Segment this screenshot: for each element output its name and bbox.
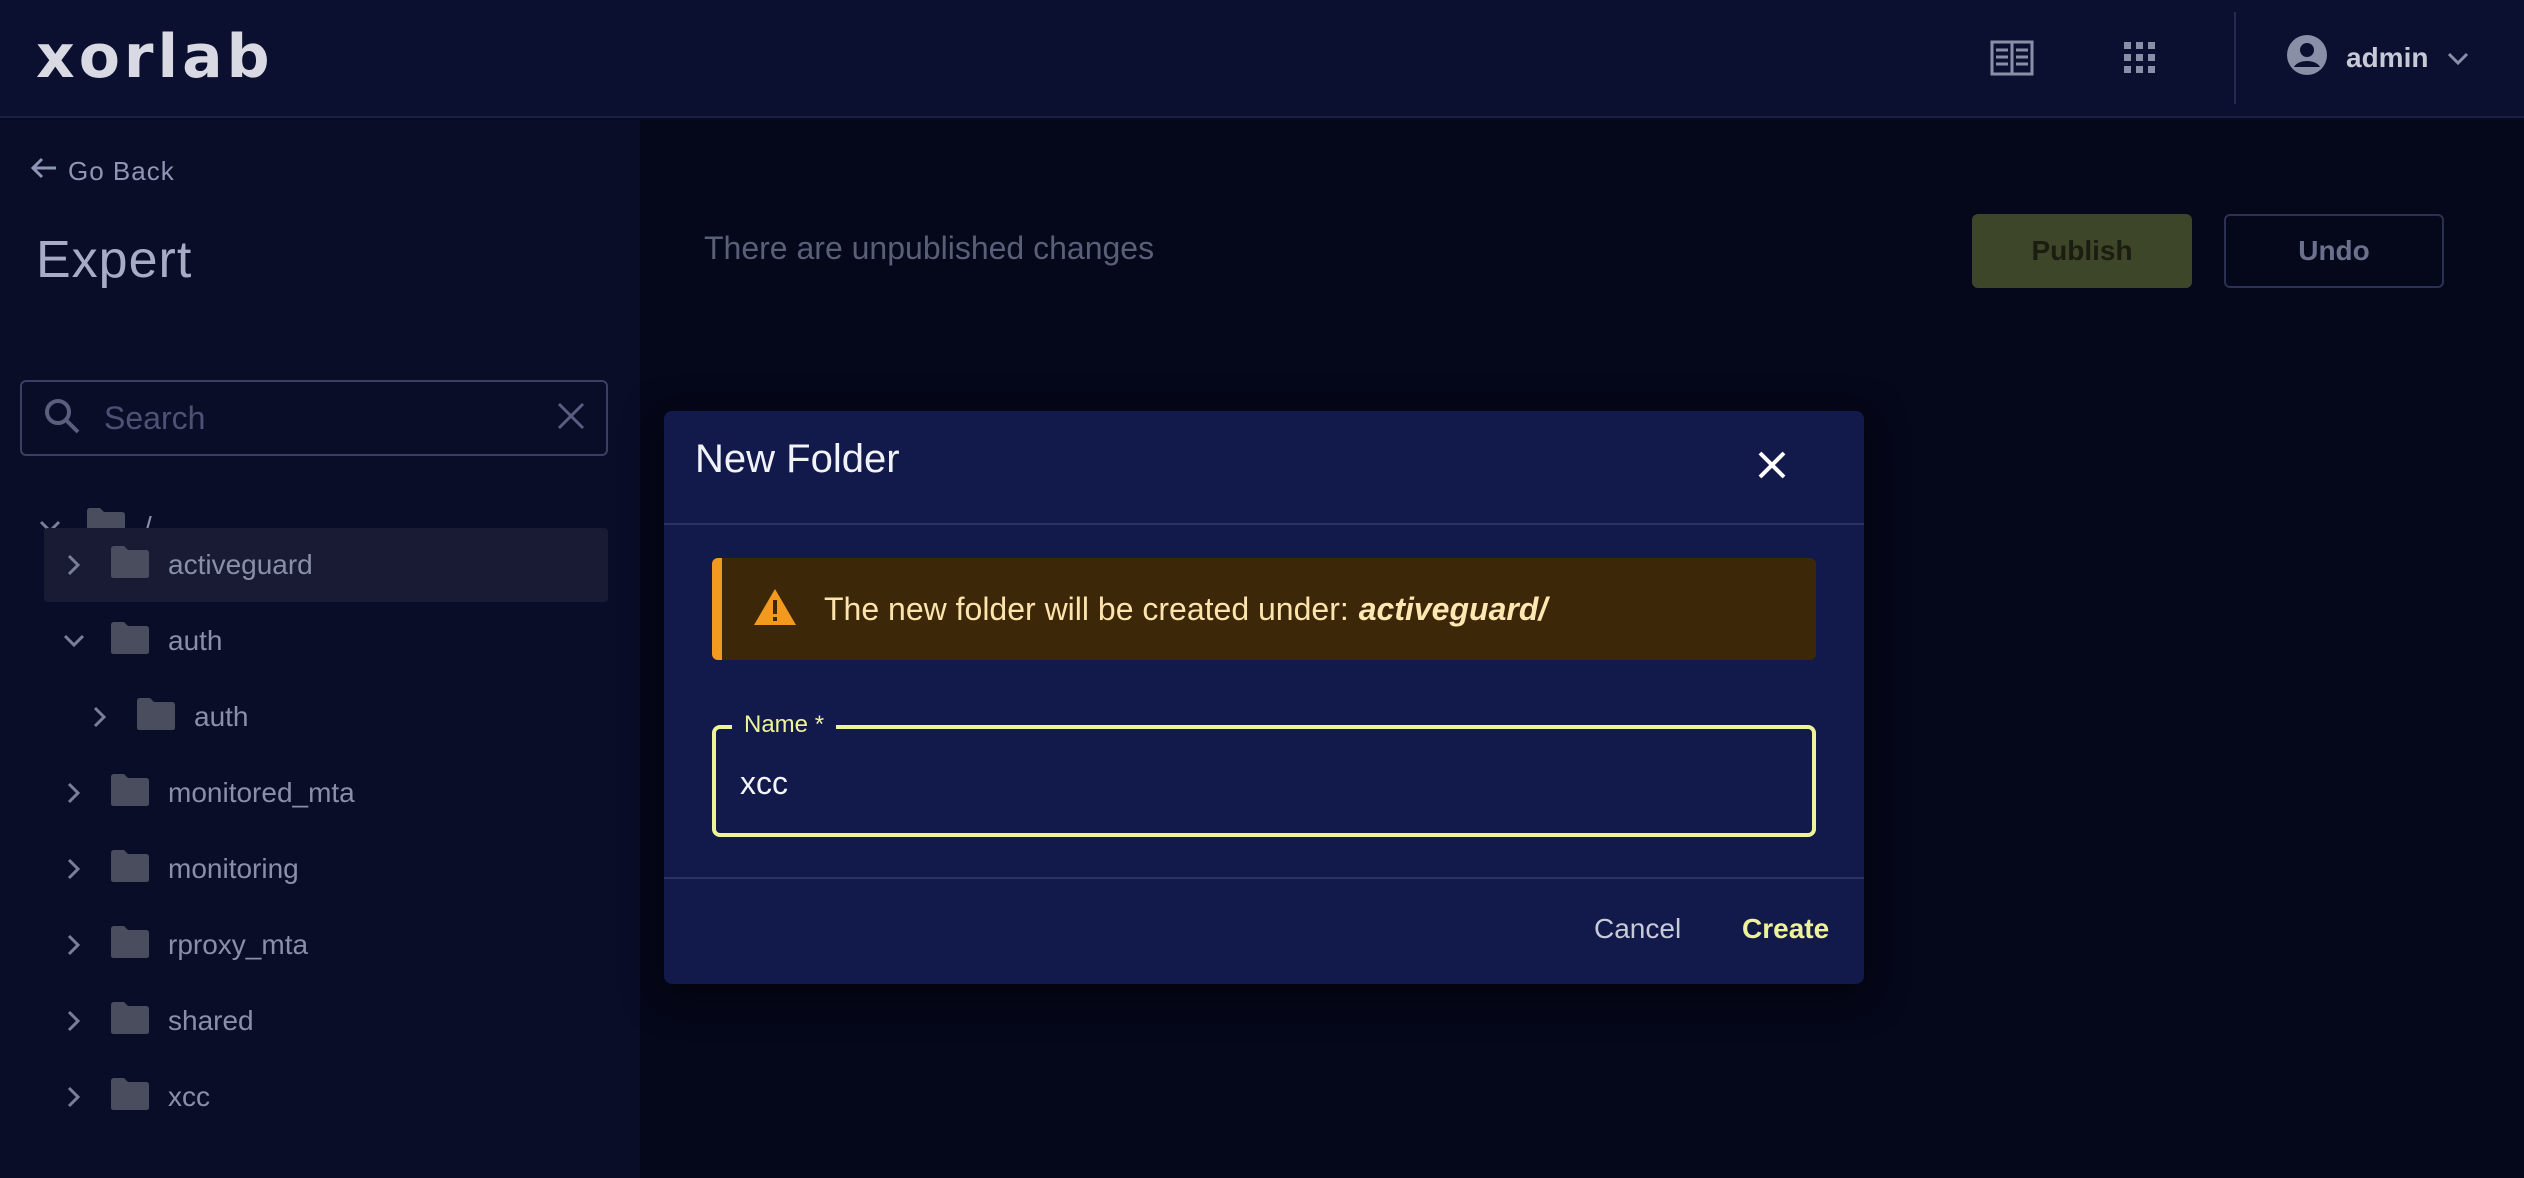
unpublished-notice: There are unpublished changes: [704, 230, 1155, 266]
clear-icon[interactable]: [556, 401, 586, 436]
tree-item-shared[interactable]: shared: [54, 984, 604, 1058]
name-input[interactable]: [740, 765, 1740, 802]
folder-icon: [110, 621, 150, 662]
undo-button[interactable]: Undo: [2224, 214, 2444, 288]
xorlab-logo[interactable]: xorlab: [36, 22, 274, 92]
arrow-left-icon: [30, 156, 58, 187]
chevron-right-icon[interactable]: [80, 706, 120, 728]
tree-item-label: monitored_mta: [168, 777, 355, 808]
chevron-right-icon[interactable]: [54, 1010, 94, 1032]
chevron-right-icon[interactable]: [54, 934, 94, 956]
search-icon: [42, 396, 82, 441]
cancel-button[interactable]: Cancel: [1594, 913, 1681, 945]
tree-item-label: rproxy_mta: [168, 929, 309, 960]
top-header: xorlab admin: [0, 0, 2524, 118]
user-menu[interactable]: admin: [2286, 28, 2470, 88]
folder-icon: [136, 697, 176, 738]
folder-icon: [110, 773, 150, 814]
tree-item-monitored-mta[interactable]: monitored_mta: [54, 756, 604, 830]
tree-item-label: auth: [168, 625, 223, 656]
warning-icon: [752, 587, 798, 632]
dialog-divider-bottom: [664, 877, 1864, 879]
header-divider: [2234, 12, 2236, 104]
tree-item-label: xcc: [168, 1081, 210, 1112]
alert-path: activeguard/: [1358, 590, 1548, 627]
chevron-down-icon: [2446, 42, 2470, 74]
tree-item-activeguard[interactable]: activeguard: [44, 528, 608, 602]
folder-icon: [110, 925, 150, 966]
dialog-title: New Folder: [695, 437, 900, 481]
tree-item-label: auth: [194, 701, 249, 732]
chevron-right-icon[interactable]: [54, 554, 94, 576]
new-folder-dialog: New Folder The new folder will be create…: [664, 411, 1864, 984]
folder-icon: [110, 545, 150, 586]
tree-item-rproxy-mta[interactable]: rproxy_mta: [54, 908, 604, 982]
sidebar-title: Expert: [36, 231, 193, 289]
tree-item-xcc[interactable]: xcc: [54, 1060, 604, 1134]
go-back-label: Go Back: [68, 156, 175, 186]
docs-icon[interactable]: [1984, 30, 2040, 86]
chevron-right-icon[interactable]: [54, 782, 94, 804]
create-button[interactable]: Create: [1742, 913, 1829, 945]
search-input[interactable]: Search: [104, 400, 556, 437]
tree-item-label: activeguard: [168, 549, 313, 580]
folder-icon: [110, 1001, 150, 1042]
user-name: admin: [2346, 42, 2429, 73]
go-back-link[interactable]: Go Back: [30, 156, 175, 187]
publish-button[interactable]: Publish: [1972, 214, 2192, 288]
chevron-right-icon[interactable]: [54, 858, 94, 880]
search-box[interactable]: Search: [20, 380, 608, 456]
apps-grid-icon[interactable]: [2112, 30, 2168, 86]
app-window: xorlab admin Go Back Expert Search / act…: [0, 0, 2524, 1178]
sidebar: Go Back Expert Search / activeguard auth…: [0, 120, 640, 1178]
tree-item-auth-child[interactable]: auth: [80, 680, 600, 754]
folder-icon: [110, 849, 150, 890]
tree-item-label: shared: [168, 1005, 254, 1036]
dialog-divider-top: [664, 523, 1864, 525]
folder-icon: [110, 1077, 150, 1118]
alert-message: The new folder will be created under:: [824, 590, 1349, 627]
chevron-right-icon[interactable]: [54, 1086, 94, 1108]
close-icon[interactable]: [1748, 441, 1796, 489]
warning-alert: The new folder will be created under: ac…: [712, 558, 1816, 660]
account-circle-icon: [2286, 34, 2328, 83]
chevron-down-icon[interactable]: [54, 634, 94, 648]
tree-item-auth[interactable]: auth: [54, 604, 604, 678]
name-field[interactable]: Name *: [712, 711, 1816, 837]
tree-item-label: monitoring: [168, 853, 299, 884]
name-field-label: Name *: [732, 711, 837, 739]
tree-item-monitoring[interactable]: monitoring: [54, 832, 604, 906]
